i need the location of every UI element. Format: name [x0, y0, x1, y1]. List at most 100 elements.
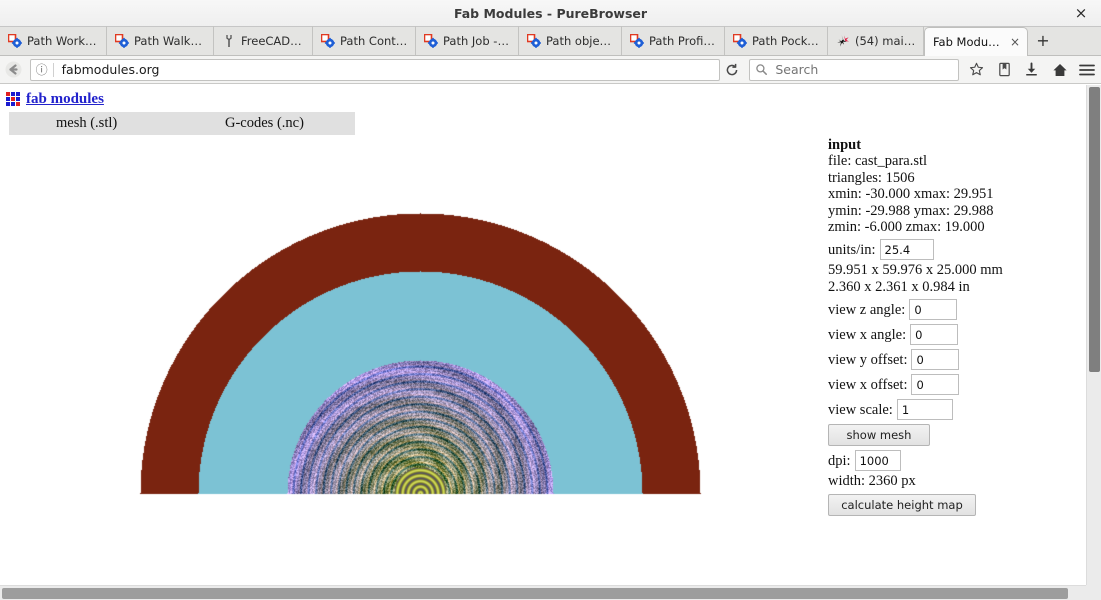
tab-label: Path Job - F...: [443, 33, 511, 48]
star-outline-icon: [970, 62, 984, 76]
width-px-line: width: 2360 px: [828, 473, 916, 490]
freecad-icon: [115, 33, 129, 48]
show-mesh-row: show mesh: [828, 424, 1078, 447]
browser-tab[interactable]: Path Walkth...: [107, 26, 214, 55]
show-mesh-button[interactable]: show mesh: [828, 424, 930, 447]
tab-label: Fab Modules: [933, 35, 1001, 49]
fab-modules-home-link[interactable]: fab modules: [26, 91, 104, 108]
tab-label: Path Profile ...: [649, 33, 717, 48]
view-x-offset-row: view x offset:: [828, 374, 1078, 396]
view-x-offset-input[interactable]: [911, 374, 960, 396]
dpi-label: dpi:: [828, 452, 851, 469]
input-settings-panel: input file: cast_para.stl triangles: 150…: [828, 137, 1078, 518]
view-z-angle-label: view z angle:: [828, 301, 906, 318]
logo-dot: [6, 102, 10, 106]
calculate-height-map-row: calculate height map: [828, 493, 1078, 516]
tab-close-button[interactable]: ×: [1010, 35, 1020, 49]
window-titlebar: Fab Modules - PureBrowser ×: [0, 0, 1101, 27]
library-button[interactable]: [990, 56, 1018, 84]
hamburger-icon: [1079, 64, 1096, 75]
browser-tab[interactable]: Path Contou...: [313, 26, 416, 55]
browser-tab[interactable]: FreeCAD/Fr...: [214, 26, 313, 55]
format-selector-bar: mesh (.stl) G-codes (.nc): [9, 112, 355, 135]
browser-tab[interactable]: Path Job - F...: [416, 26, 519, 55]
view-x-angle-input[interactable]: [910, 324, 959, 346]
browser-tab[interactable]: Path Profile ...: [622, 26, 725, 55]
new-tab-button[interactable]: +: [1028, 26, 1058, 55]
horizontal-scrollbar[interactable]: [0, 585, 1101, 600]
window-close-button[interactable]: ×: [1069, 0, 1093, 27]
site-identity-icon[interactable]: ⓘ: [31, 61, 53, 78]
browser-tab[interactable]: Path objects...: [519, 26, 622, 55]
search-icon: [756, 64, 768, 75]
logo-dot: [6, 92, 10, 96]
panel-heading: input: [828, 137, 862, 153]
freecad-icon: [733, 33, 747, 48]
view-x-angle-row: view x angle:: [828, 324, 1078, 346]
freecad-icon: [8, 33, 22, 48]
tab-label: Path Pocket...: [752, 33, 820, 48]
view-scale-input[interactable]: [896, 399, 953, 421]
tab-label: Path objects...: [546, 33, 614, 48]
downloads-button[interactable]: [1018, 56, 1046, 84]
url-text[interactable]: fabmodules.org: [54, 62, 719, 77]
tab-strip: Path Workb... Path Walkth... FreeCAD/Fr...…: [0, 26, 1101, 56]
view-z-angle-input[interactable]: [909, 299, 958, 321]
library-icon: [998, 62, 1010, 77]
view-y-offset-row: view y offset:: [828, 349, 1078, 371]
units-per-inch-input[interactable]: [879, 239, 934, 261]
view-z-angle-row: view z angle:: [828, 299, 1078, 321]
browser-tab[interactable]: Path Workb...: [0, 26, 107, 55]
logo-dot: [16, 92, 20, 96]
scrollbar-corner: [1086, 585, 1101, 600]
browser-tab[interactable]: (54) mail.ris...: [828, 26, 924, 55]
mesh-render-viewport[interactable]: [0, 185, 810, 585]
freecad-icon: [630, 33, 644, 48]
tab-label: Path Workb...: [27, 33, 99, 48]
logo-dot: [16, 102, 20, 106]
bookmark-star-button[interactable]: [963, 56, 991, 84]
horizontal-scrollbar-thumb[interactable]: [2, 588, 1068, 599]
input-format-mesh-stl[interactable]: mesh (.stl): [56, 115, 117, 132]
home-button[interactable]: [1046, 56, 1074, 84]
logo-dot: [11, 102, 15, 106]
site-header: fab modules: [6, 91, 104, 108]
download-arrow-icon: [1026, 62, 1038, 76]
view-scale-row: view scale:: [828, 399, 1078, 421]
view-x-offset-label: view x offset:: [828, 376, 908, 393]
browser-tab[interactable]: Fab Modules ×: [924, 27, 1028, 56]
page-content: fab modules mesh (.stl) G-codes (.nc) in…: [0, 85, 1101, 600]
wrench-icon: [222, 34, 236, 48]
home-icon: [1052, 63, 1067, 76]
fab-modules-logo-icon: [6, 92, 21, 107]
dpi-input[interactable]: [854, 450, 901, 472]
url-bar[interactable]: ⓘ fabmodules.org: [29, 58, 720, 81]
tab-label: Path Walkth...: [134, 33, 206, 48]
logo-dot: [11, 92, 15, 96]
triangles-line: triangles: 1506: [828, 169, 915, 186]
hamburger-menu-button[interactable]: [1073, 56, 1101, 84]
back-arrow-icon: [5, 61, 22, 78]
window-title: Fab Modules - PureBrowser: [453, 6, 648, 21]
units-per-inch-row: units/in:: [828, 239, 1078, 261]
reload-button[interactable]: [720, 59, 746, 81]
freecad-icon: [527, 33, 541, 48]
vertical-scrollbar-thumb[interactable]: [1089, 87, 1100, 372]
z-bounds-line: zmin: -6.000 zmax: 19.000: [828, 219, 985, 236]
freecad-icon: [321, 33, 335, 48]
mesh-render-canvas[interactable]: [0, 185, 810, 585]
search-box[interactable]: [749, 58, 959, 81]
tab-label: (54) mail.ris...: [855, 33, 916, 48]
star-icon: [836, 34, 850, 48]
back-button[interactable]: [0, 56, 28, 84]
browser-tab[interactable]: Path Pocket...: [725, 26, 828, 55]
view-y-offset-input[interactable]: [911, 349, 960, 371]
vertical-scrollbar[interactable]: [1086, 85, 1101, 585]
search-input[interactable]: [773, 61, 944, 78]
view-x-angle-label: view x angle:: [828, 326, 907, 343]
output-format-gcodes-nc[interactable]: G-codes (.nc): [225, 115, 304, 132]
size-in-line: 2.360 x 2.361 x 0.984 in: [828, 278, 970, 295]
units-per-inch-label: units/in:: [828, 241, 876, 258]
x-bounds-line: xmin: -30.000 xmax: 29.951: [828, 186, 994, 203]
calculate-height-map-button[interactable]: calculate height map: [828, 493, 976, 516]
